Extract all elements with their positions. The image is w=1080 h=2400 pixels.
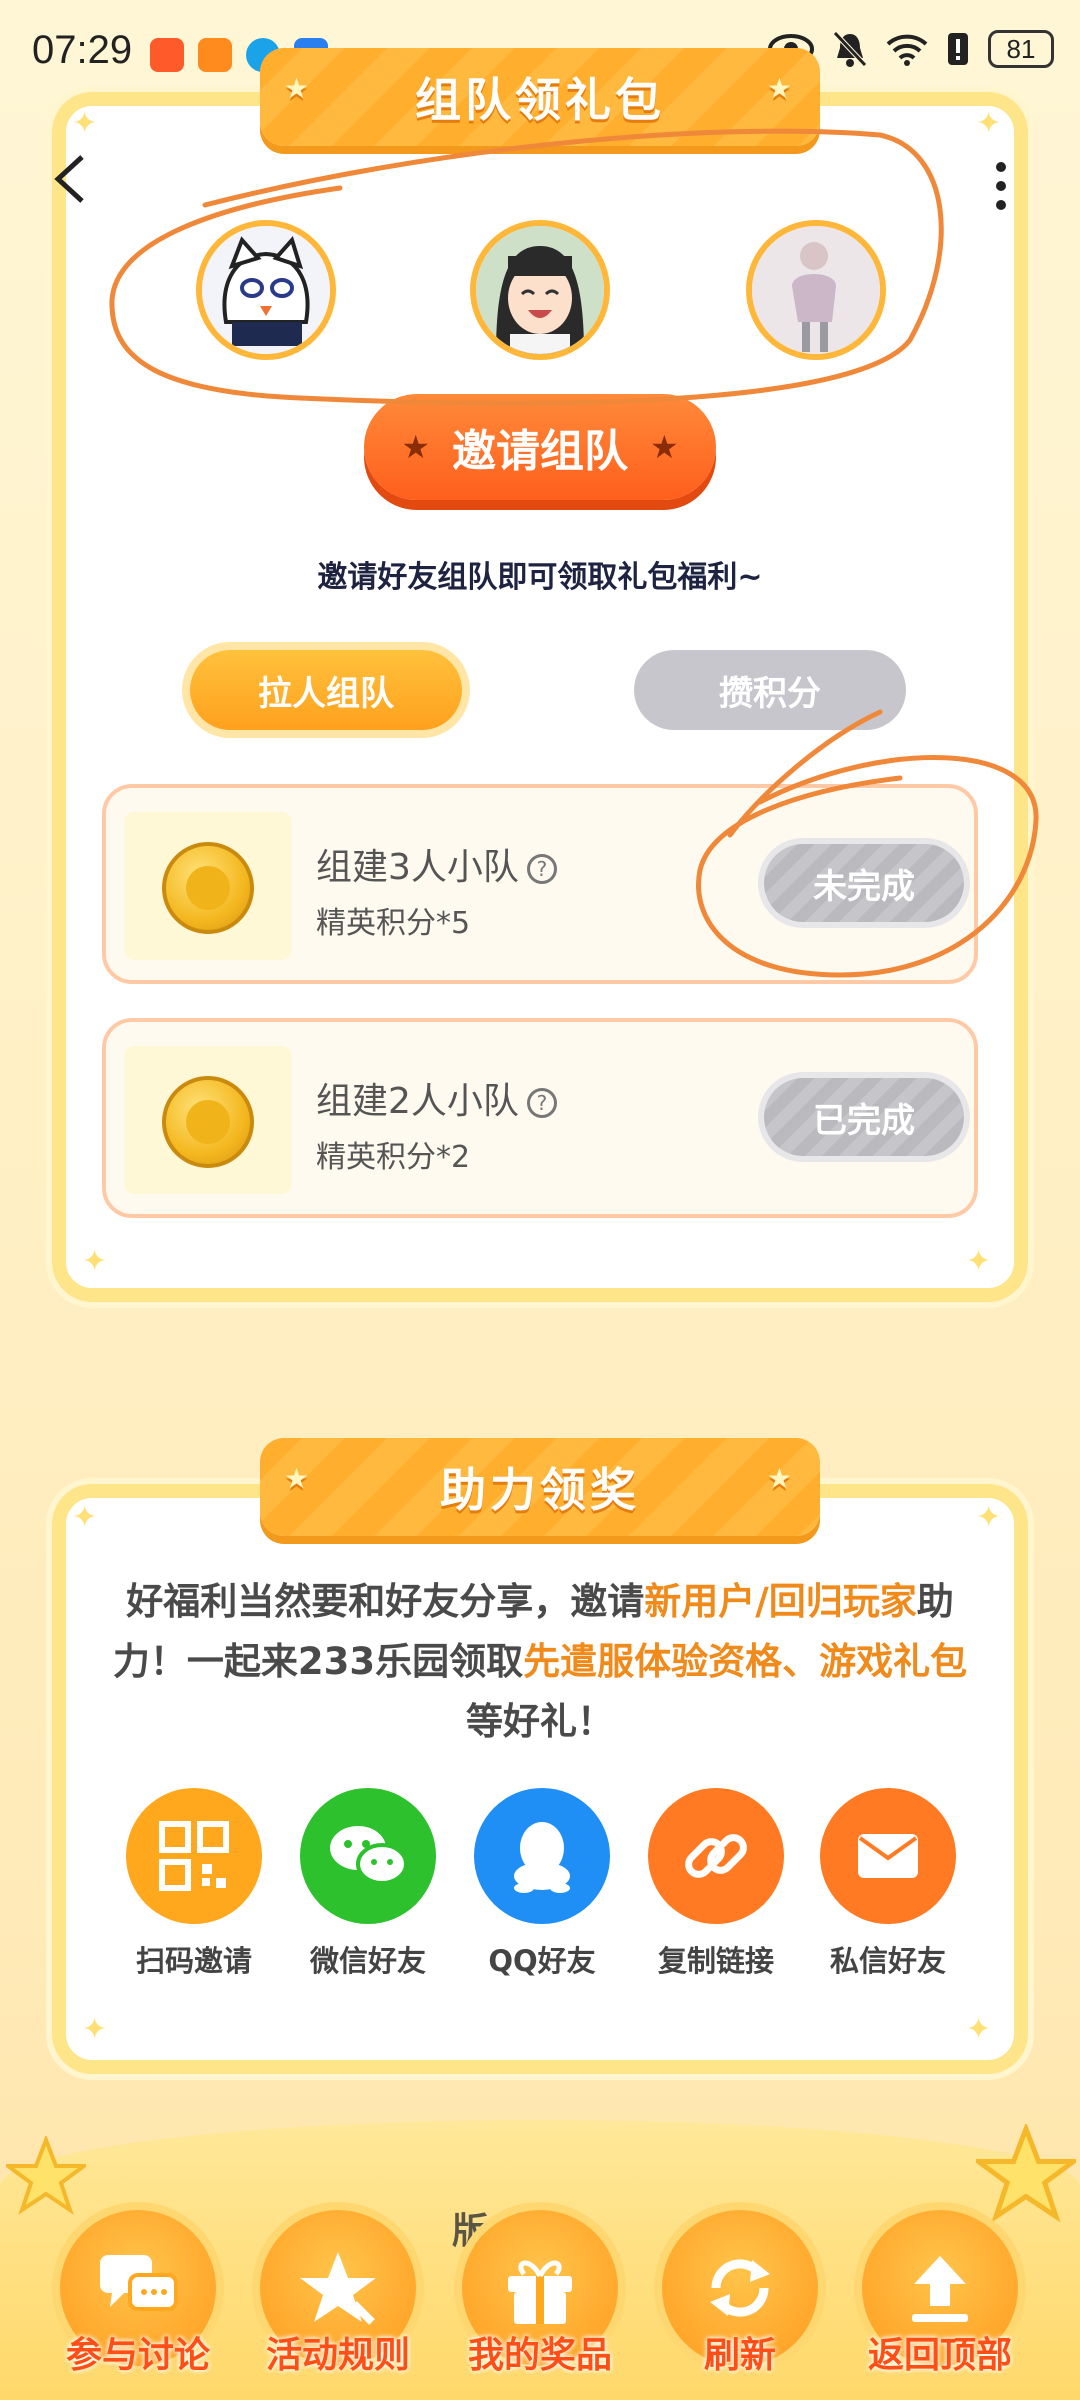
share-circle[interactable]	[126, 1788, 262, 1924]
share-label: 私信好友	[829, 1944, 946, 1978]
mail-icon	[858, 1834, 918, 1878]
share-label: 扫码邀请	[135, 1944, 252, 1978]
chat-bubbles-icon	[100, 2255, 178, 2311]
invite-subtitle: 邀请好友组队即可领取礼包福利~	[317, 560, 763, 595]
sparkle-icon: ✦	[966, 1244, 992, 1279]
nav-discussion[interactable]: 参与讨论	[54, 2210, 222, 2390]
star-decoration-icon	[976, 2124, 1076, 2223]
task-status-button[interactable]: 已完成	[764, 1078, 964, 1156]
gift-icon	[508, 2260, 572, 2324]
more-dot-icon	[996, 181, 1006, 191]
task-title: 组建2人小队?	[316, 1072, 557, 1124]
back-to-top-icon	[912, 2256, 968, 2322]
invite-team-label: 邀请组队	[452, 426, 628, 477]
app-notification-icon	[150, 38, 184, 72]
chevron-left-icon	[54, 155, 84, 203]
tab-earn-points[interactable]: 攒积分	[634, 650, 906, 730]
share-option-qr[interactable]: 扫码邀请	[126, 1788, 262, 1980]
nav-label: 返回顶部	[867, 2335, 1012, 2376]
nav-label: 活动规则	[265, 2335, 410, 2376]
link-icon	[685, 1834, 747, 1878]
nav-my-prizes[interactable]: 我的奖品	[456, 2210, 624, 2390]
wifi-icon	[886, 34, 928, 66]
alert-icon	[948, 33, 968, 65]
more-dot-icon	[996, 162, 1006, 172]
task-item: 组建3人小队? 精英积分*5 未完成	[102, 784, 978, 984]
coin-icon	[162, 1076, 254, 1168]
invite-team-button[interactable]: ★ 邀请组队 ★	[364, 394, 716, 500]
cartoon-cat-avatar	[202, 226, 330, 354]
wechat-icon	[330, 1826, 408, 1885]
sparkle-icon: ✦	[82, 2012, 108, 2047]
nav-label: 刷新	[703, 2335, 776, 2376]
task-title: 组建3人小队?	[316, 838, 557, 890]
status-time: 07:29	[32, 28, 133, 72]
star-icon: ★	[650, 428, 679, 466]
task-item: 组建2人小队? 精英积分*2 已完成	[102, 1018, 978, 1218]
share-circle[interactable]	[648, 1788, 784, 1924]
assist-text-part: 等好礼！	[466, 1700, 614, 1743]
battery-indicator: 81	[988, 30, 1054, 68]
task-reward: 精英积分*2	[316, 1140, 471, 1175]
coin-icon	[162, 842, 254, 934]
assist-text-highlight: 先遣服体验资格、游戏礼包	[523, 1640, 968, 1683]
sparkle-icon: ✦	[976, 106, 1002, 141]
share-label: 复制链接	[657, 1944, 774, 1978]
refresh-icon	[710, 2259, 770, 2317]
share-circle[interactable]	[300, 1788, 436, 1924]
help-icon[interactable]: ?	[526, 1088, 557, 1118]
more-dot-icon	[996, 200, 1006, 210]
sparkle-icon: ✦	[72, 1500, 98, 1535]
nav-refresh[interactable]: 刷新	[656, 2210, 824, 2390]
assist-text-highlight: 新用户/回归玩家	[644, 1580, 917, 1623]
share-option-message[interactable]: 私信好友	[820, 1788, 956, 1980]
team-member-avatar[interactable]	[470, 220, 610, 360]
share-option-qq[interactable]: QQ好友	[474, 1788, 610, 1980]
back-button[interactable]	[52, 150, 88, 220]
team-member-avatar[interactable]	[746, 220, 886, 360]
task-title-text: 组建3人小队	[316, 847, 519, 888]
coin-icon-box	[124, 812, 292, 960]
more-menu-button[interactable]	[996, 162, 1016, 219]
assist-text-part: 好福利当然要和好友分享，邀请	[126, 1580, 645, 1623]
share-circle[interactable]	[474, 1788, 610, 1924]
sparkle-icon: ✦	[72, 106, 98, 141]
coin-icon-box	[124, 1046, 292, 1194]
task-status-button[interactable]: 未完成	[764, 844, 964, 922]
character-avatar	[752, 226, 880, 354]
rules-star-icon	[300, 2252, 376, 2325]
sparkle-icon: ✦	[82, 1244, 108, 1279]
nav-rules[interactable]: 活动规则	[254, 2210, 422, 2390]
task-title-text: 组建2人小队	[316, 1081, 519, 1122]
qr-code-icon	[159, 1821, 229, 1891]
mute-bell-icon	[833, 31, 867, 67]
nav-back-to-top[interactable]: 返回顶部	[856, 2210, 1024, 2390]
team-gift-title: 组队领礼包	[260, 48, 820, 146]
anime-girl-avatar	[476, 226, 604, 354]
share-circle[interactable]	[820, 1788, 956, 1924]
app-notification-icon	[198, 38, 232, 72]
share-option-copy-link[interactable]: 复制链接	[648, 1788, 784, 1980]
star-icon: ★	[401, 428, 430, 466]
tab-recruit-team[interactable]: 拉人组队	[190, 650, 462, 730]
nav-label: 参与讨论	[65, 2335, 210, 2376]
assist-description: 好福利当然要和好友分享，邀请新用户/回归玩家助力！一起来233乐园领取先遣服体验…	[100, 1572, 980, 1752]
star-decoration-icon	[6, 2136, 86, 2215]
qq-icon	[514, 1822, 570, 1893]
share-label: 微信好友	[309, 1944, 426, 1978]
assist-reward-title: 助力领奖	[260, 1438, 820, 1536]
help-icon[interactable]: ?	[526, 854, 557, 884]
share-option-wechat[interactable]: 微信好友	[300, 1788, 436, 1980]
sparkle-icon: ✦	[966, 2012, 992, 2047]
nav-label: 我的奖品	[467, 2335, 612, 2376]
share-label: QQ好友	[488, 1944, 596, 1978]
sparkle-icon: ✦	[976, 1500, 1002, 1535]
task-reward: 精英积分*5	[316, 906, 471, 941]
team-member-avatar[interactable]	[196, 220, 336, 360]
